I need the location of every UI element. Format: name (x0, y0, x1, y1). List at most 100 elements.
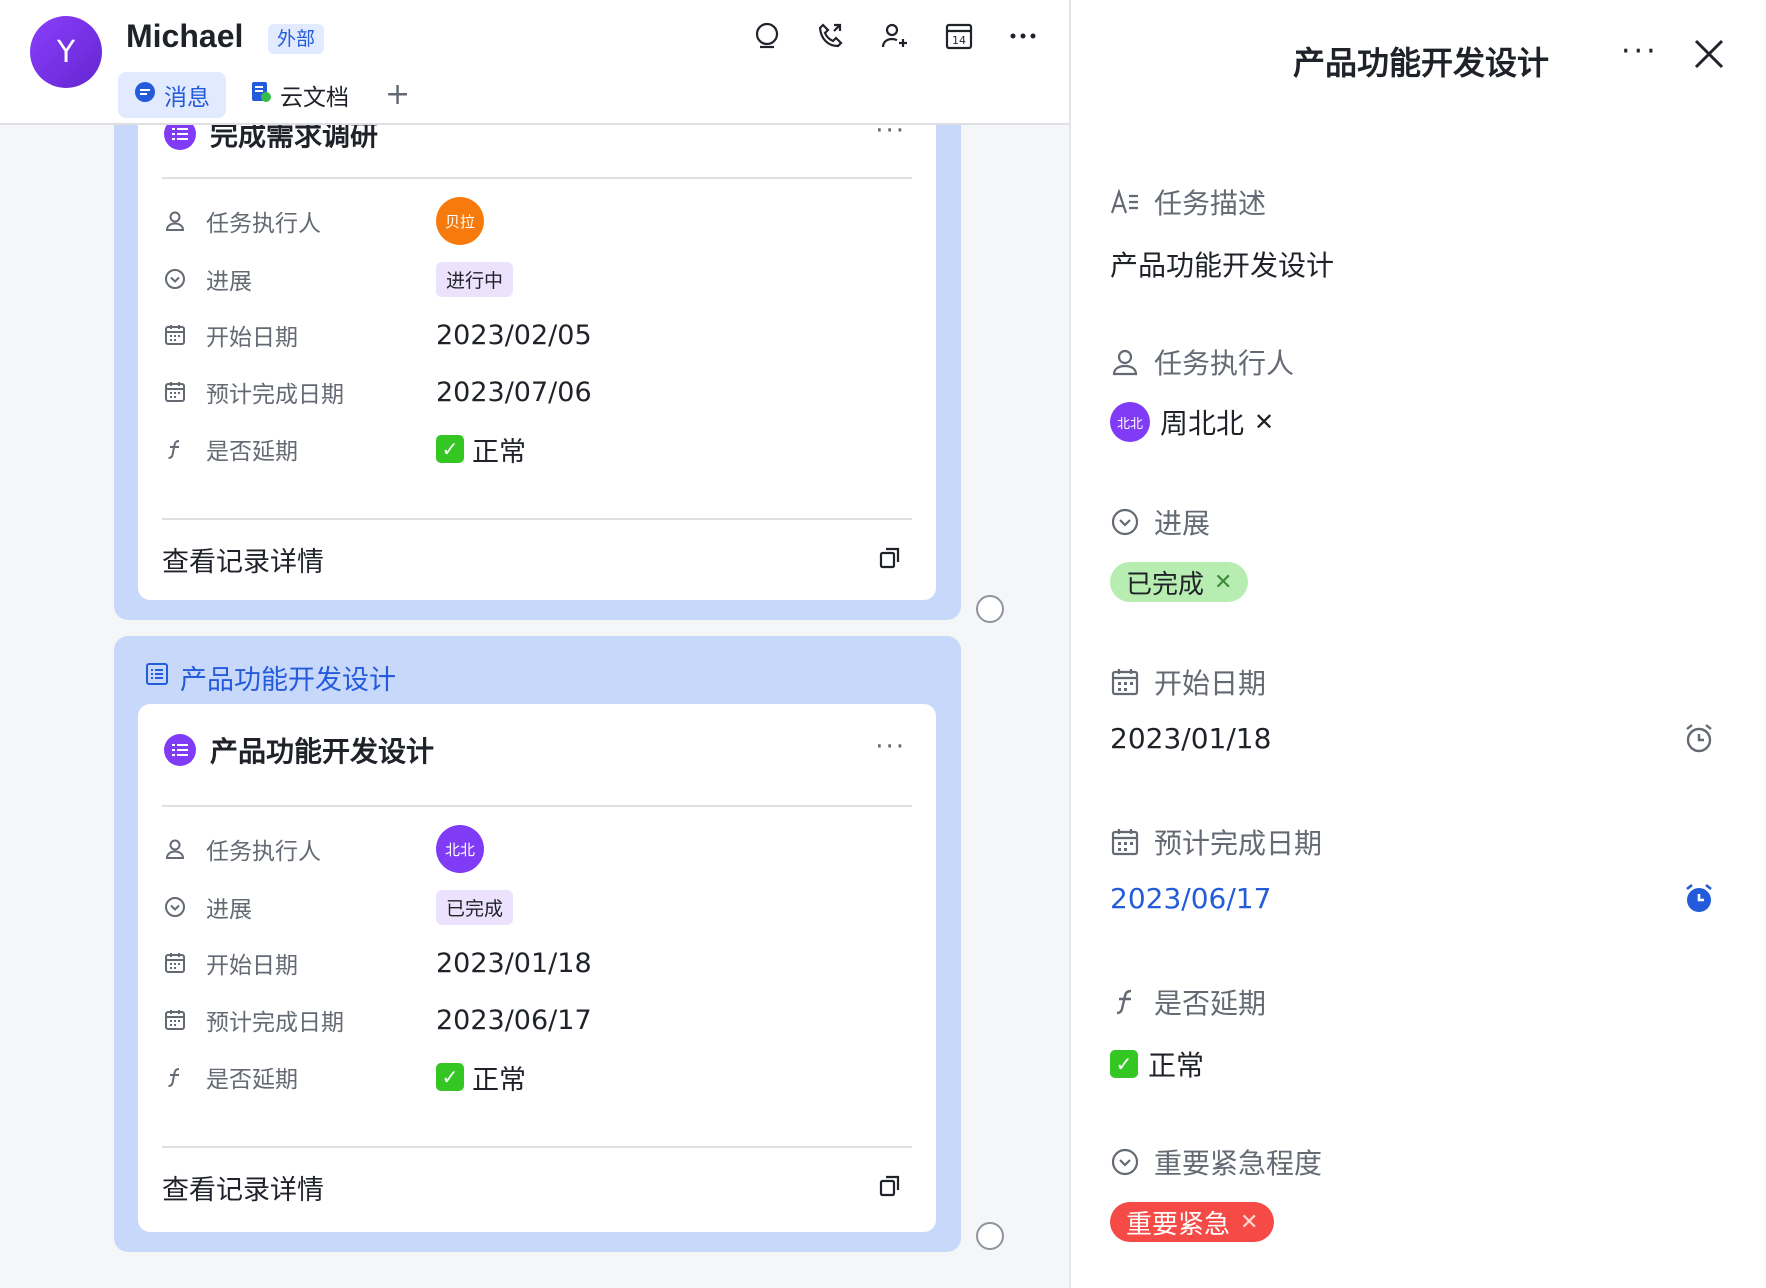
tab-messages[interactable]: 消息 (118, 72, 226, 118)
message-bubble: 完成需求调研 ··· 任务执行人 贝拉 进展 进行中 开始日期 2023/02/… (114, 60, 961, 620)
delay-value: 正常 (472, 436, 526, 468)
remove-assignee-icon[interactable]: ✕ (1254, 408, 1274, 436)
field-start-date: 开始日期 2023/02/05 (162, 311, 912, 359)
chat-bubble-icon (134, 81, 156, 109)
open-window-icon[interactable] (878, 1174, 902, 1202)
due-date-field-label: 预计完成日期 (1110, 822, 1322, 862)
check-mark-icon: ✓ (436, 435, 464, 463)
svg-text:14: 14 (952, 34, 966, 47)
card-more-button[interactable]: ··· (875, 732, 906, 762)
field-delay: 是否延期 ✓ 正常 (162, 425, 912, 473)
record-detail-panel: 产品功能开发设计 ··· 任务描述 产品功能开发设计 任务执行人 北北 周北北 … (1073, 0, 1766, 1288)
bubble-title-text: 产品功能开发设计 (180, 665, 396, 696)
description-value[interactable]: 产品功能开发设计 (1110, 244, 1334, 284)
progress-chip[interactable]: 已完成 ✕ (1110, 562, 1249, 602)
progress-value[interactable]: 已完成 ✕ (1110, 562, 1249, 602)
field-label: 开始日期 (206, 953, 298, 979)
field-due-date: 预计完成日期 2023/06/17 (162, 996, 912, 1044)
field-label: 预计完成日期 (206, 1010, 344, 1036)
field-progress: 进展 进行中 (162, 255, 912, 303)
field-progress: 进展 已完成 (162, 883, 912, 931)
tab-docs[interactable]: 云文档 (234, 72, 365, 118)
field-label: 进展 (206, 897, 252, 923)
alarm-clock-active-icon[interactable] (1683, 882, 1715, 918)
list-icon (164, 734, 196, 766)
message-bubble: 产品功能开发设计 产品功能开发设计 ··· 任务执行人 北北 进展 已完成 开始… (114, 636, 961, 1252)
card-title-text: 产品功能开发设计 (210, 735, 435, 768)
start-date-value[interactable]: 2023/01/18 (1110, 722, 1271, 755)
field-assignee: 任务执行人 贝拉 (162, 197, 912, 245)
record-card[interactable]: 完成需求调研 ··· 任务执行人 贝拉 进展 进行中 开始日期 2023/02/… (138, 60, 936, 600)
field-label: 开始日期 (206, 325, 298, 351)
bubble-title[interactable]: 产品功能开发设计 (144, 658, 396, 697)
due-date-value: 2023/06/17 (436, 1004, 592, 1036)
assignee-avatar[interactable]: 贝拉 (436, 197, 484, 245)
calendar-icon (1110, 827, 1140, 857)
app-window: 完成需求调研 ··· 任务执行人 贝拉 进展 进行中 开始日期 2023/02/… (0, 0, 1766, 1288)
field-assignee: 任务执行人 北北 (162, 825, 912, 873)
record-card[interactable]: 产品功能开发设计 ··· 任务执行人 北北 进展 已完成 开始日期 2023/0… (138, 704, 936, 1232)
chat-tabs: 消息 云文档 + (118, 72, 422, 118)
delay-value: 正常 (472, 1064, 526, 1096)
field-label: 任务执行人 (206, 839, 321, 865)
close-icon[interactable] (1693, 38, 1725, 74)
remove-priority-icon[interactable]: ✕ (1240, 1210, 1258, 1235)
chevron-circle-icon (162, 894, 188, 920)
person-icon (162, 208, 188, 234)
field-due-date: 预计完成日期 2023/07/06 (162, 368, 912, 416)
calendar-icon[interactable]: 14 (941, 18, 977, 54)
remove-progress-icon[interactable]: ✕ (1214, 570, 1232, 595)
delay-field-label: 是否延期 (1110, 982, 1266, 1022)
due-date-value[interactable]: 2023/06/17 (1110, 882, 1271, 915)
assignee-name: 周北北 (1160, 407, 1245, 440)
priority-chip[interactable]: 重要紧急 ✕ (1110, 1202, 1275, 1242)
add-tab-button[interactable]: + (373, 72, 422, 118)
calendar-icon (162, 322, 188, 348)
search-icon[interactable] (749, 18, 785, 54)
tab-label: 消息 (164, 85, 210, 111)
assignee-field-label: 任务执行人 (1110, 342, 1294, 382)
open-window-icon[interactable] (878, 546, 902, 574)
divider (162, 805, 912, 807)
formula-icon (162, 436, 188, 462)
calendar-icon (1110, 667, 1140, 697)
add-contact-icon[interactable] (877, 18, 913, 54)
formula-icon (1110, 987, 1140, 1017)
select-radio[interactable] (976, 1222, 1004, 1250)
text-icon (1110, 187, 1140, 217)
chat-header: Y Michael 外部 14 消息 云文档 + (0, 0, 1069, 125)
field-label: 是否延期 (206, 1067, 298, 1093)
person-icon (1110, 347, 1140, 377)
detail-more-button[interactable]: ··· (1621, 34, 1659, 69)
start-date-value: 2023/01/18 (436, 947, 592, 979)
assignee-avatar[interactable]: 北北 (436, 825, 484, 873)
field-delay: 是否延期 ✓ 正常 (162, 1053, 912, 1101)
avatar[interactable]: Y (30, 16, 102, 88)
chevron-circle-icon (162, 266, 188, 292)
phone-icon[interactable] (813, 18, 849, 54)
field-label: 进展 (206, 269, 252, 295)
assignee-avatar: 北北 (1110, 402, 1150, 442)
description-field-label: 任务描述 (1110, 182, 1266, 222)
tab-label: 云文档 (280, 85, 349, 111)
contact-name[interactable]: Michael (126, 18, 243, 55)
chevron-circle-icon (1110, 507, 1140, 537)
formula-icon (162, 1064, 188, 1090)
chat-panel: 完成需求调研 ··· 任务执行人 贝拉 进展 进行中 开始日期 2023/02/… (0, 0, 1071, 1288)
divider (162, 518, 912, 520)
alarm-clock-icon[interactable] (1683, 722, 1715, 758)
start-date-value: 2023/02/05 (436, 319, 592, 351)
check-mark-icon: ✓ (436, 1063, 464, 1091)
priority-value[interactable]: 重要紧急 ✕ (1110, 1202, 1275, 1242)
divider (162, 177, 912, 179)
view-detail-link[interactable]: 查看记录详情 (162, 1168, 324, 1207)
assignee-value[interactable]: 北北 周北北 ✕ (1110, 402, 1274, 442)
view-detail-link[interactable]: 查看记录详情 (162, 540, 324, 579)
progress-tag: 进行中 (436, 261, 514, 297)
message-feed[interactable]: 完成需求调研 ··· 任务执行人 贝拉 进展 进行中 开始日期 2023/02/… (0, 0, 1069, 1288)
more-icon[interactable] (1005, 18, 1041, 54)
select-radio[interactable] (976, 595, 1004, 623)
check-mark-icon: ✓ (1110, 1050, 1138, 1078)
calendar-icon (162, 950, 188, 976)
due-date-value: 2023/07/06 (436, 376, 592, 408)
